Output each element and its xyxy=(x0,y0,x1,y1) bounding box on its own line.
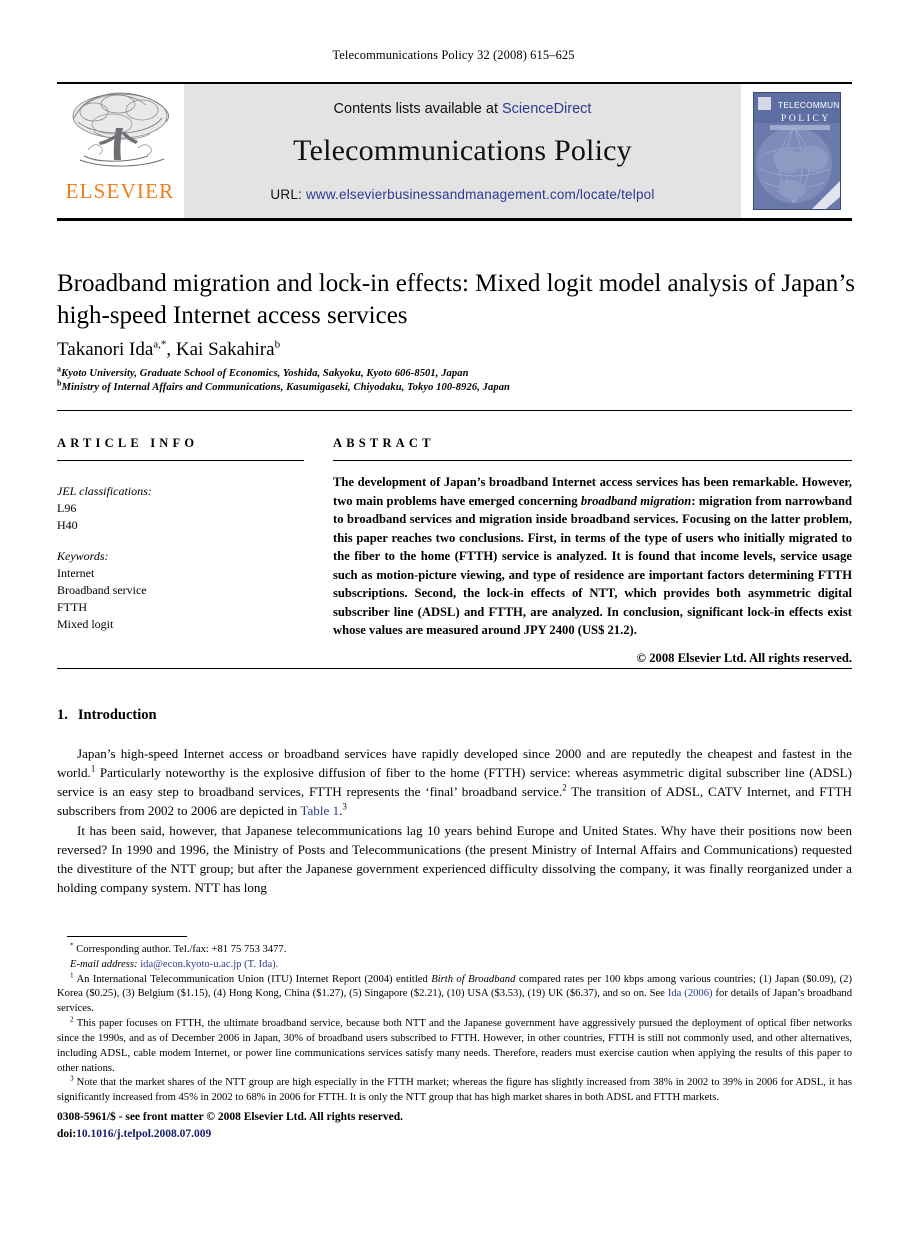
fn2-text: This paper focuses on FTTH, the ultimate… xyxy=(57,1018,852,1074)
footnote-ref-3: 3 xyxy=(342,801,347,812)
author-list: Takanori Idaa,*, Kai Sakahirab xyxy=(57,339,857,361)
journal-masthead: ELSEVIER Contents lists available at Sci… xyxy=(57,82,852,221)
author-1-name: Takanori Ida xyxy=(57,339,154,360)
affiliation-b: bMinistry of Internal Affairs and Commun… xyxy=(57,379,857,393)
divider-below-abstract xyxy=(57,668,852,669)
elsevier-wordmark: ELSEVIER xyxy=(65,179,175,203)
ida-2006-link[interactable]: Ida (2006) xyxy=(668,988,713,999)
author-2-name: , Kai Sakahira xyxy=(166,339,275,360)
imprint-block: 0308-5961/$ - see front matter © 2008 El… xyxy=(57,1109,403,1144)
keyword-item: FTTH xyxy=(57,600,87,615)
sciencedirect-link[interactable]: ScienceDirect xyxy=(502,101,591,117)
footnote-2: 2 This paper focuses on FTTH, the ultima… xyxy=(57,1016,852,1076)
article-info-heading: ARTICLE INFO xyxy=(57,436,199,450)
url-prefix: URL: xyxy=(270,186,306,202)
section-label: Introduction xyxy=(77,707,157,723)
author-1-marker: a,* xyxy=(153,338,167,351)
abstract-emphasis: broadband migration xyxy=(580,493,692,508)
section-heading-introduction: 1. Introduction xyxy=(57,707,157,724)
keyword-item: Broadband service xyxy=(57,583,147,598)
journal-url-link[interactable]: www.elsevierbusinessandmanagement.com/lo… xyxy=(306,187,655,202)
table-1-link[interactable]: Table 1 xyxy=(300,803,339,818)
keyword-item: Internet xyxy=(57,566,95,581)
fn1-segment-a: An International Telecommunication Union… xyxy=(73,973,432,985)
svg-text:POLICY: POLICY xyxy=(781,114,831,124)
article-info-rule xyxy=(57,460,304,461)
footnote-divider xyxy=(67,936,187,937)
jel-label: JEL classifications: xyxy=(57,484,152,498)
svg-text:TELECOMMUNICATIONS: TELECOMMUNICATIONS xyxy=(778,100,840,110)
footnote-1: 1 An International Telecommunication Uni… xyxy=(57,972,852,1017)
running-head: Telecommunications Policy 32 (2008) 615–… xyxy=(332,48,575,62)
jel-code: H40 xyxy=(57,518,78,533)
abstract-copyright: © 2008 Elsevier Ltd. All rights reserved… xyxy=(636,650,852,665)
email-label: E-mail address: xyxy=(70,958,138,970)
corresponding-text: Corresponding author. Tel./fax: +81 75 7… xyxy=(73,944,287,955)
keywords-label: Keywords: xyxy=(57,549,109,564)
journal-cover-thumbnail: TELECOMMUNICATIONS POLICY xyxy=(753,92,841,210)
contents-prefix: Contents lists available at xyxy=(333,100,502,117)
divider-above-info xyxy=(57,410,852,411)
article-info-body: JEL classifications: L96 H40 Keywords: I… xyxy=(57,483,304,633)
journal-cover-artwork: TELECOMMUNICATIONS POLICY xyxy=(754,93,840,209)
email-link[interactable]: ida@econ.kyoto-u.ac.jp (T. Ida). xyxy=(138,959,278,970)
journal-title: Telecommunications Policy xyxy=(293,133,632,167)
abstract-heading: ABSTRACT xyxy=(333,436,435,450)
abstract-block: ABSTRACT The development of Japan’s broa… xyxy=(333,436,852,666)
issn-line: 0308-5961/$ - see front matter © 2008 El… xyxy=(57,1111,403,1123)
footnote-email: E-mail address: ida@econ.kyoto-u.ac.jp (… xyxy=(57,958,852,973)
journal-article-page: Telecommunications Policy 32 (2008) 615–… xyxy=(0,0,907,1238)
abstract-part-2: : migration from narrowband to broadband… xyxy=(333,493,852,638)
abstract-rule xyxy=(333,460,852,461)
doi-link[interactable]: 10.1016/j.telpol.2008.07.009 xyxy=(76,1128,211,1140)
section-number: 1. xyxy=(57,707,68,723)
doi-line: doi:10.1016/j.telpol.2008.07.009 xyxy=(57,1126,403,1143)
affiliation-a: aKyoto University, Graduate School of Ec… xyxy=(57,365,857,379)
journal-cover-cell: TELECOMMUNICATIONS POLICY xyxy=(742,84,852,218)
paragraph-1: Japan’s high-speed Internet access or br… xyxy=(57,745,852,821)
fn3-text: Note that the market shares of the NTT g… xyxy=(57,1077,852,1104)
jel-code: L96 xyxy=(57,501,77,516)
fn1-emphasis: Birth of Broadband xyxy=(431,973,516,985)
journal-url-line: URL: www.elsevierbusinessandmanagement.c… xyxy=(270,187,654,202)
masthead-center: Contents lists available at ScienceDirec… xyxy=(183,84,742,218)
abstract-text: The development of Japan’s broadband Int… xyxy=(333,473,852,640)
affiliation-a-text: Kyoto University, Graduate School of Eco… xyxy=(61,368,469,379)
paragraph-2: It has been said, however, that Japanese… xyxy=(57,822,852,895)
elsevier-logo: ELSEVIER xyxy=(57,84,183,218)
contents-available-line: Contents lists available at ScienceDirec… xyxy=(334,101,592,117)
doi-prefix: doi: xyxy=(57,1128,77,1141)
footnotes-block: * Corresponding author. Tel./fax: +81 75… xyxy=(57,942,852,1106)
elsevier-tree-icon xyxy=(72,92,169,167)
footnote-3: 3 Note that the market shares of the NTT… xyxy=(57,1075,852,1106)
article-info-block: ARTICLE INFO JEL classifications: L96 H4… xyxy=(57,436,304,633)
keyword-item: Mixed logit xyxy=(57,617,114,632)
author-2-marker: b xyxy=(274,338,281,351)
footnote-corresponding-author: * Corresponding author. Tel./fax: +81 75… xyxy=(57,942,852,958)
article-title: Broadband migration and lock-in effects:… xyxy=(57,270,855,329)
affiliation-b-text: Ministry of Internal Affairs and Communi… xyxy=(61,382,511,393)
body-text: Japan’s high-speed Internet access or br… xyxy=(57,745,852,898)
